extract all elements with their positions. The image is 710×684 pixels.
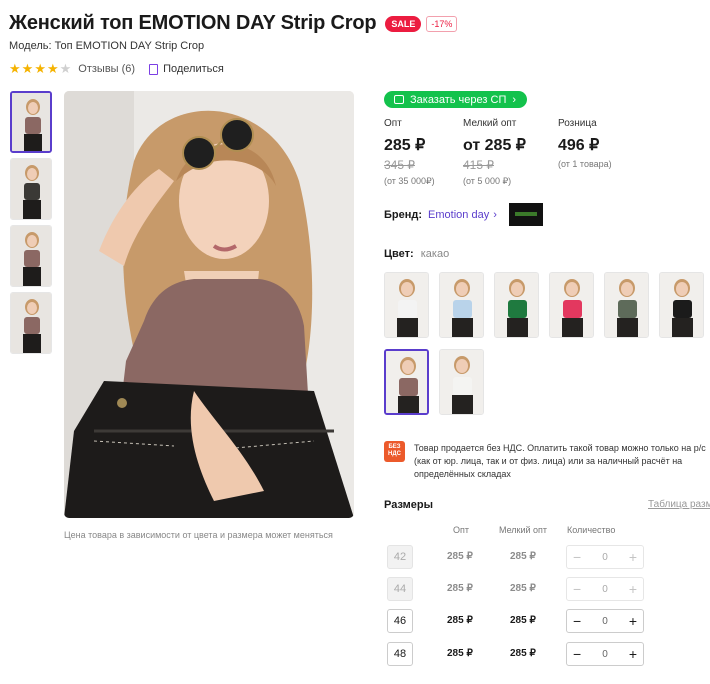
- quantity-value[interactable]: 0: [602, 649, 608, 660]
- title-row: Женский топ EMOTION DAY Strip Crop SALE …: [9, 12, 458, 35]
- price-label: Розница: [558, 118, 597, 129]
- size-row: 46 285 ₽ 285 ₽ − 0 +: [384, 609, 710, 635]
- price-column: Розница 496 ₽ (от 1 товара): [558, 118, 612, 169]
- no-vat-icon: БЕЗ НДС: [384, 441, 405, 462]
- quantity-stepper: − 0 +: [566, 577, 644, 601]
- color-value: какао: [420, 248, 450, 260]
- product-title: Женский топ EMOTION DAY Strip Crop: [9, 12, 377, 34]
- quantity-value[interactable]: 0: [602, 616, 608, 627]
- size-price-opt: 285 ₽: [447, 583, 473, 594]
- color-swatch[interactable]: [549, 272, 594, 338]
- cart-icon: [394, 95, 404, 104]
- price-label: Мелкий опт: [463, 118, 517, 129]
- color-swatch[interactable]: [494, 272, 539, 338]
- star-icon: ★: [46, 61, 59, 76]
- reviews-link[interactable]: Отзывы (6): [78, 63, 135, 75]
- color-swatch[interactable]: [439, 272, 484, 338]
- column-header-small-opt: Мелкий опт: [499, 525, 548, 535]
- size-label: 42: [387, 545, 413, 569]
- product-photo-illustration: [64, 91, 354, 518]
- brand-row: Бренд: Emotion day ›: [384, 203, 543, 226]
- rating-row: ★★★★★ Отзывы (6) Поделиться: [9, 62, 224, 76]
- plus-icon[interactable]: +: [629, 613, 637, 629]
- size-price-small-opt: 285 ₽: [510, 583, 536, 594]
- size-label: 48: [387, 642, 413, 666]
- star-icon: ★: [59, 61, 72, 76]
- price-condition: (от 5 000 ₽): [463, 176, 512, 186]
- star-icon: ★: [34, 61, 46, 76]
- thumbnail-list: [10, 91, 52, 359]
- size-price-opt: 285 ₽: [447, 615, 473, 626]
- price-condition: (от 35 000₽): [384, 176, 435, 186]
- price-value: 285 ₽: [384, 137, 426, 154]
- size-label: 44: [387, 577, 413, 601]
- quantity-stepper: − 0 +: [566, 545, 644, 569]
- price-condition: (от 1 товара): [558, 159, 612, 169]
- sale-badge: SALE: [385, 15, 422, 32]
- gallery-thumbnail[interactable]: [10, 158, 52, 220]
- minus-icon[interactable]: −: [573, 613, 581, 629]
- color-swatch[interactable]: [384, 272, 429, 338]
- price-value: 496 ₽: [558, 137, 600, 154]
- gallery-thumbnail[interactable]: [10, 91, 52, 153]
- size-price-small-opt: 285 ₽: [510, 615, 536, 626]
- star-icon: ★: [9, 61, 21, 76]
- plus-icon: +: [628, 549, 637, 565]
- star-icon: ★: [21, 61, 34, 76]
- size-row: 42 285 ₽ 285 ₽ − 0 +: [384, 545, 710, 571]
- order-via-sp-label: Заказать через СП: [410, 93, 507, 106]
- price-note: Цена товара в зависимости от цвета и раз…: [64, 530, 333, 540]
- column-header-opt: Опт: [453, 525, 469, 535]
- color-row: Цвет: какао: [384, 248, 449, 260]
- brand-link[interactable]: Emotion day: [428, 209, 489, 221]
- size-table-link[interactable]: Таблица размеров: [648, 499, 710, 510]
- chevron-right-icon: ›: [512, 93, 517, 106]
- price-label: Опт: [384, 118, 402, 129]
- model-name: Модель: Топ EMOTION DAY Strip Crop: [9, 40, 205, 52]
- gallery-thumbnail[interactable]: [10, 225, 52, 287]
- share-button[interactable]: Поделиться: [149, 63, 224, 75]
- sizes-title: Размеры: [384, 499, 434, 511]
- quantity-stepper[interactable]: − 0 +: [566, 642, 644, 666]
- minus-icon: −: [573, 549, 582, 565]
- color-swatch[interactable]: [604, 272, 649, 338]
- price-column: Мелкий опт от 285 ₽ 415 ₽ (от 5 000 ₽): [463, 118, 526, 187]
- size-price-opt: 285 ₽: [447, 551, 473, 562]
- quantity-value: 0: [602, 551, 608, 563]
- size-row: 44 285 ₽ 285 ₽ − 0 +: [384, 577, 710, 603]
- minus-icon: −: [573, 581, 582, 597]
- plus-icon: +: [628, 581, 637, 597]
- size-label: 46: [387, 609, 413, 633]
- color-label: Цвет:: [384, 248, 414, 260]
- size-price-small-opt: 285 ₽: [510, 551, 536, 562]
- plus-icon[interactable]: +: [629, 646, 637, 662]
- share-label: Поделиться: [163, 63, 224, 75]
- brand-logo[interactable]: [508, 203, 543, 226]
- column-header-quantity: Количество: [567, 525, 616, 535]
- color-swatch[interactable]: [439, 349, 484, 415]
- color-swatch[interactable]: [659, 272, 704, 338]
- discount-badge: -17%: [426, 15, 458, 32]
- chevron-right-icon: ›: [493, 208, 497, 221]
- size-price-small-opt: 285 ₽: [510, 648, 536, 659]
- price-column: Опт 285 ₽ 345 ₽ (от 35 000₽): [384, 118, 435, 187]
- rating-stars: ★★★★★: [9, 62, 72, 76]
- price-value: от 285 ₽: [463, 137, 526, 154]
- vat-notice: Товар продается без НДС. Оплатить такой …: [414, 443, 706, 479]
- size-row: 48 285 ₽ 285 ₽ − 0 +: [384, 642, 710, 668]
- size-price-opt: 285 ₽: [447, 648, 473, 659]
- share-icon: [149, 63, 159, 75]
- price-old: 415 ₽: [463, 158, 494, 172]
- quantity-value: 0: [602, 583, 608, 595]
- color-swatch[interactable]: [384, 349, 429, 415]
- order-via-sp-button[interactable]: Заказать через СП ›: [384, 91, 527, 108]
- gallery-thumbnail[interactable]: [10, 292, 52, 354]
- quantity-stepper[interactable]: − 0 +: [566, 609, 644, 633]
- brand-label: Бренд:: [384, 208, 423, 221]
- price-old: 345 ₽: [384, 158, 415, 172]
- minus-icon[interactable]: −: [573, 646, 581, 662]
- product-photo[interactable]: [64, 91, 354, 518]
